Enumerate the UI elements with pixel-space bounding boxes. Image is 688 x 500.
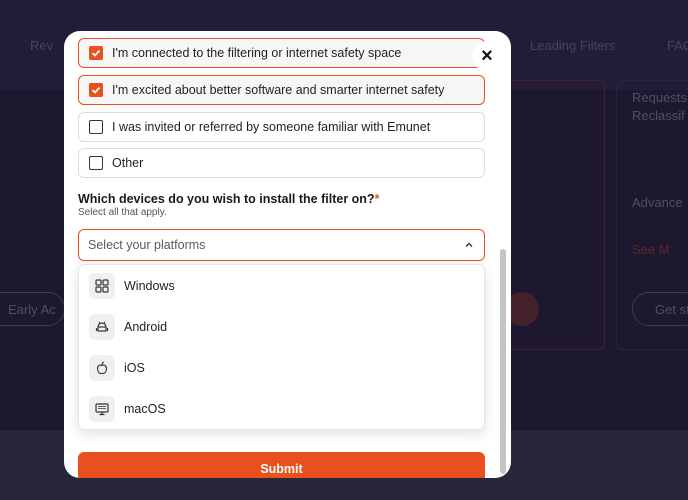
platform-label: macOS xyxy=(124,402,166,416)
platform-select[interactable]: Select your platforms xyxy=(78,229,485,261)
platform-dropdown: Windows Android iOS macOS xyxy=(78,264,485,430)
chevron-up-icon xyxy=(465,242,473,247)
platform-option-macos[interactable]: macOS xyxy=(89,396,166,422)
windows-icon xyxy=(89,273,115,299)
checkbox-icon[interactable] xyxy=(89,120,103,134)
option-label: I was invited or referred by someone fam… xyxy=(112,120,431,134)
android-icon xyxy=(89,314,115,340)
option-label: I'm excited about better software and sm… xyxy=(112,83,445,97)
platform-option-android[interactable]: Android xyxy=(89,314,167,340)
platform-label: iOS xyxy=(124,361,145,375)
checkbox-checked-icon[interactable] xyxy=(89,46,103,60)
signup-modal: I'm connected to the filtering or intern… xyxy=(64,31,511,478)
option-better-software[interactable]: I'm excited about better software and sm… xyxy=(78,75,485,105)
option-label: I'm connected to the filtering or intern… xyxy=(112,46,402,60)
close-button[interactable]: × xyxy=(472,41,502,71)
required-mark: * xyxy=(374,192,380,206)
platform-option-windows[interactable]: Windows xyxy=(89,273,175,299)
apple-icon xyxy=(89,355,115,381)
platform-label: Android xyxy=(124,320,168,334)
platform-option-ios[interactable]: iOS xyxy=(89,355,145,381)
modal-scrollbar[interactable] xyxy=(500,249,506,474)
platform-label: Windows xyxy=(124,279,175,293)
devices-question: Which devices do you wish to install the… xyxy=(78,192,379,206)
select-placeholder: Select your platforms xyxy=(88,238,206,252)
question-hint: Select all that apply. xyxy=(78,207,167,218)
option-filtering-space[interactable]: I'm connected to the filtering or intern… xyxy=(78,38,485,68)
option-label: Other xyxy=(112,156,144,170)
close-icon: × xyxy=(481,44,493,67)
option-other[interactable]: Other xyxy=(78,148,485,178)
checkbox-icon[interactable] xyxy=(89,156,103,170)
monitor-icon xyxy=(89,396,115,422)
checkbox-checked-icon[interactable] xyxy=(89,83,103,97)
submit-button[interactable]: Submit xyxy=(78,452,485,478)
option-invited-referred[interactable]: I was invited or referred by someone fam… xyxy=(78,112,485,142)
question-text: Which devices do you wish to install the… xyxy=(78,192,375,206)
